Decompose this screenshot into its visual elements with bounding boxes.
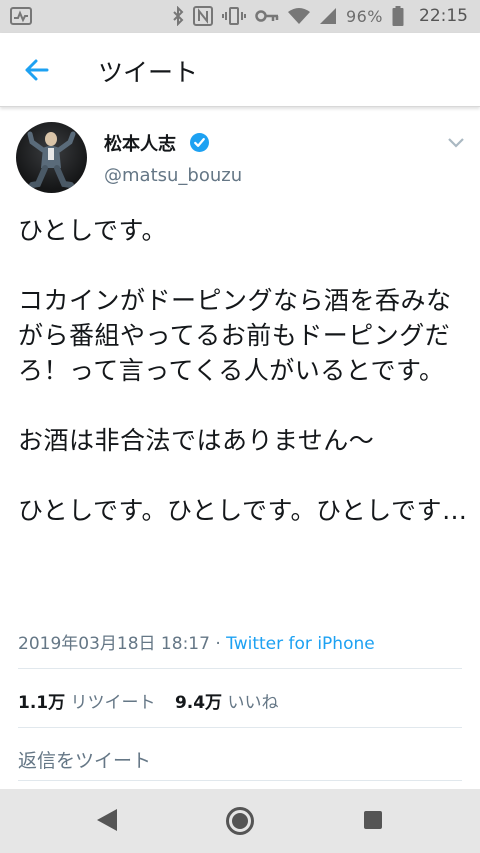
reply-input[interactable]: 返信をツイート <box>18 746 151 773</box>
battery-icon <box>392 6 404 26</box>
back-button[interactable] <box>22 55 52 85</box>
bluetooth-icon <box>172 6 184 26</box>
tweet-source-link[interactable]: Twitter for iPhone <box>226 634 375 654</box>
verified-badge-icon <box>190 133 209 152</box>
avatar-figure-icon <box>27 131 76 188</box>
divider <box>18 780 462 781</box>
clock: 22:15 <box>419 6 468 26</box>
author-name[interactable]: 松本人志 <box>104 130 176 156</box>
nav-recents-button[interactable] <box>363 810 383 834</box>
retweets-label: リツイート <box>70 693 156 713</box>
author-handle[interactable]: @matsu_bouzu <box>104 165 242 186</box>
vibrate-icon <box>221 6 246 26</box>
square-recents-icon <box>364 811 382 829</box>
retweets-count: 1.1万 <box>18 693 66 713</box>
battery-percent: 96% <box>345 6 383 26</box>
chevron-down-icon <box>448 138 464 148</box>
status-bar: 96% 22:15 <box>0 0 480 33</box>
tweet-menu-button[interactable] <box>446 135 466 149</box>
activity-icon <box>10 7 32 30</box>
divider <box>18 668 462 669</box>
avatar[interactable] <box>16 122 87 193</box>
nfc-icon <box>192 6 213 26</box>
nav-home-button[interactable] <box>225 806 255 840</box>
tweet-text: ひとしです。 コカインがドーピングなら酒を呑みながら番組やってるお前もドーピング… <box>18 216 468 525</box>
divider <box>18 727 462 728</box>
key-icon <box>255 9 279 23</box>
likes-label: いいね <box>227 693 279 713</box>
system-nav-bar <box>0 789 480 853</box>
triangle-back-icon <box>97 809 117 831</box>
likes-count: 9.4万 <box>174 693 223 713</box>
signal-icon <box>319 7 337 25</box>
nav-back-button[interactable] <box>95 807 119 837</box>
likes-stat[interactable]: 9.4万 いいね <box>175 693 293 713</box>
app-header: ツイート <box>0 33 480 107</box>
arrow-left-icon <box>25 59 49 81</box>
meta-separator: · <box>209 634 227 654</box>
tweet-stats: 1.1万 リツイート 9.4万 いいね <box>18 688 292 713</box>
wifi-icon <box>287 7 310 25</box>
tweet-timestamp: 2019年03月18日 18:17 <box>18 634 210 654</box>
tweet-meta: 2019年03月18日 18:17 · Twitter for iPhone <box>18 629 375 654</box>
retweets-stat[interactable]: 1.1万 リツイート <box>18 693 170 713</box>
page-title: ツイート <box>98 58 199 87</box>
circle-home-icon <box>226 807 254 835</box>
